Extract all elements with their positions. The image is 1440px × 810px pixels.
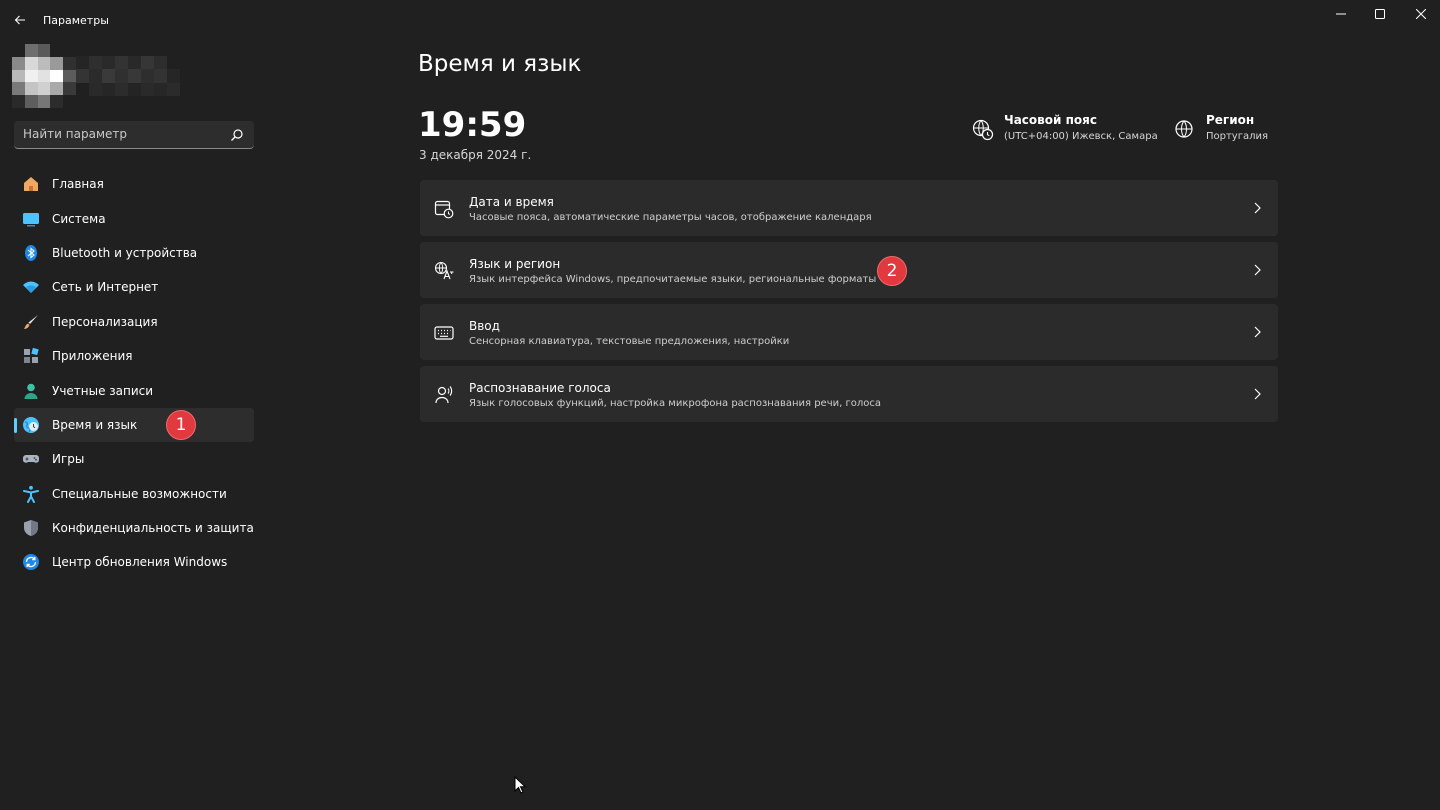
update-icon: [22, 553, 40, 571]
page-title: Время и язык: [418, 51, 582, 77]
card-subtitle: Часовые пояса, автоматические параметры …: [469, 212, 872, 223]
card-title: Дата и время: [469, 195, 554, 209]
card-date-time[interactable]: Дата и время Часовые пояса, автоматическ…: [420, 180, 1278, 236]
account-icon: [22, 382, 40, 400]
language-icon: [434, 261, 454, 280]
bluetooth-icon: [22, 244, 40, 262]
region-tile[interactable]: Регион Португалия: [1174, 113, 1268, 142]
keyboard-icon: [434, 326, 454, 340]
speech-icon: [435, 386, 453, 404]
sidebar-item-label: Система: [52, 211, 106, 226]
active-indicator: [14, 417, 17, 433]
title-bar: Параметры: [0, 0, 1440, 40]
search-icon[interactable]: [230, 128, 244, 142]
app-title: Параметры: [43, 14, 109, 27]
gamepad-icon: [22, 450, 40, 468]
card-language-region[interactable]: Язык и регион Язык интерфейса Windows, п…: [420, 242, 1278, 298]
sidebar-item-personalization[interactable]: Персонализация: [14, 305, 254, 339]
card-typing[interactable]: Ввод Сенсорная клавиатура, текстовые пре…: [420, 304, 1278, 360]
sidebar-item-label: Учетные записи: [52, 383, 154, 398]
card-title: Распознавание голоса: [469, 381, 611, 395]
sidebar-item-apps[interactable]: Приложения: [14, 339, 254, 373]
card-speech[interactable]: Распознавание голоса Язык голосовых функ…: [420, 366, 1278, 422]
maximize-button[interactable]: [1357, 0, 1403, 28]
search-box: [14, 121, 254, 149]
sidebar-nav: Главная Система Bluetooth и устройства С…: [14, 167, 254, 580]
sidebar-item-label: Bluetooth и устройства: [52, 245, 198, 260]
wifi-icon: [22, 278, 40, 296]
chevron-right-icon: [1254, 202, 1261, 214]
region-title: Регион: [1206, 113, 1255, 127]
sidebar-item-privacy[interactable]: Конфиденциальность и защита: [14, 511, 254, 545]
sidebar-item-label: Игры: [52, 452, 85, 467]
minimize-icon: [1336, 13, 1346, 15]
clock-date: 3 декабря 2024 г.: [419, 148, 532, 162]
username: [76, 56, 180, 96]
apps-icon: [22, 347, 40, 365]
timezone-tile[interactable]: Часовой пояс (UTC+04:00) Ижевск, Самара: [972, 113, 1158, 142]
mouse-cursor-icon: [514, 776, 526, 794]
back-arrow-icon: [14, 15, 25, 25]
sidebar-item-label: Центр обновления Windows: [52, 555, 228, 570]
card-subtitle: Язык голосовых функций, настройка микроф…: [469, 398, 881, 409]
sidebar-item-windows-update[interactable]: Центр обновления Windows: [14, 545, 254, 579]
card-title: Ввод: [469, 319, 500, 333]
back-button[interactable]: [8, 8, 32, 32]
sidebar-item-accounts[interactable]: Учетные записи: [14, 373, 254, 407]
sidebar-item-bluetooth[interactable]: Bluetooth и устройства: [14, 236, 254, 270]
chevron-right-icon: [1254, 326, 1261, 338]
maximize-icon: [1375, 9, 1385, 19]
clock-time: 19:59: [418, 105, 527, 145]
sidebar-item-gaming[interactable]: Игры: [14, 442, 254, 476]
avatar: [12, 44, 76, 108]
sidebar-item-time-language[interactable]: Время и язык 1: [14, 407, 254, 443]
search-input[interactable]: [14, 121, 233, 147]
card-subtitle: Сенсорная клавиатура, текстовые предложе…: [469, 336, 790, 347]
home-icon: [22, 175, 40, 193]
sidebar-item-label: Приложения: [52, 349, 133, 364]
timezone-value: (UTC+04:00) Ижевск, Самара: [1004, 131, 1158, 142]
card-subtitle: Язык интерфейса Windows, предпочитаемые …: [469, 274, 877, 285]
brush-icon: [22, 313, 40, 331]
system-icon: [22, 210, 40, 228]
sidebar-item-label: Главная: [52, 177, 104, 192]
timezone-icon: [972, 119, 994, 141]
timezone-title: Часовой пояс: [1004, 113, 1097, 127]
chevron-right-icon: [1254, 388, 1261, 400]
close-button[interactable]: [1398, 0, 1440, 28]
accessibility-icon: [22, 485, 40, 503]
sidebar-item-label: Специальные возможности: [52, 486, 227, 501]
sidebar-item-network[interactable]: Сеть и Интернет: [14, 270, 254, 304]
globe-icon: [1175, 120, 1193, 138]
close-icon: [1416, 9, 1426, 19]
calendar-clock-icon: [434, 200, 454, 219]
region-value: Португалия: [1206, 131, 1269, 142]
shield-icon: [22, 519, 40, 537]
card-title: Язык и регион: [469, 257, 561, 271]
chevron-right-icon: [1254, 264, 1261, 276]
sidebar-item-home[interactable]: Главная: [14, 167, 254, 201]
annotation-badge-1: 1: [166, 409, 196, 440]
sidebar-item-system[interactable]: Система: [14, 201, 254, 235]
sidebar-item-label: Конфиденциальность и защита: [52, 521, 254, 536]
annotation-badge-2: 2: [877, 256, 907, 286]
sidebar-item-label: Время и язык: [52, 417, 138, 432]
sidebar-item-label: Персонализация: [52, 314, 158, 329]
sidebar-item-accessibility[interactable]: Специальные возможности: [14, 477, 254, 511]
sidebar-item-label: Сеть и Интернет: [52, 280, 159, 295]
time-language-icon: [22, 416, 40, 434]
